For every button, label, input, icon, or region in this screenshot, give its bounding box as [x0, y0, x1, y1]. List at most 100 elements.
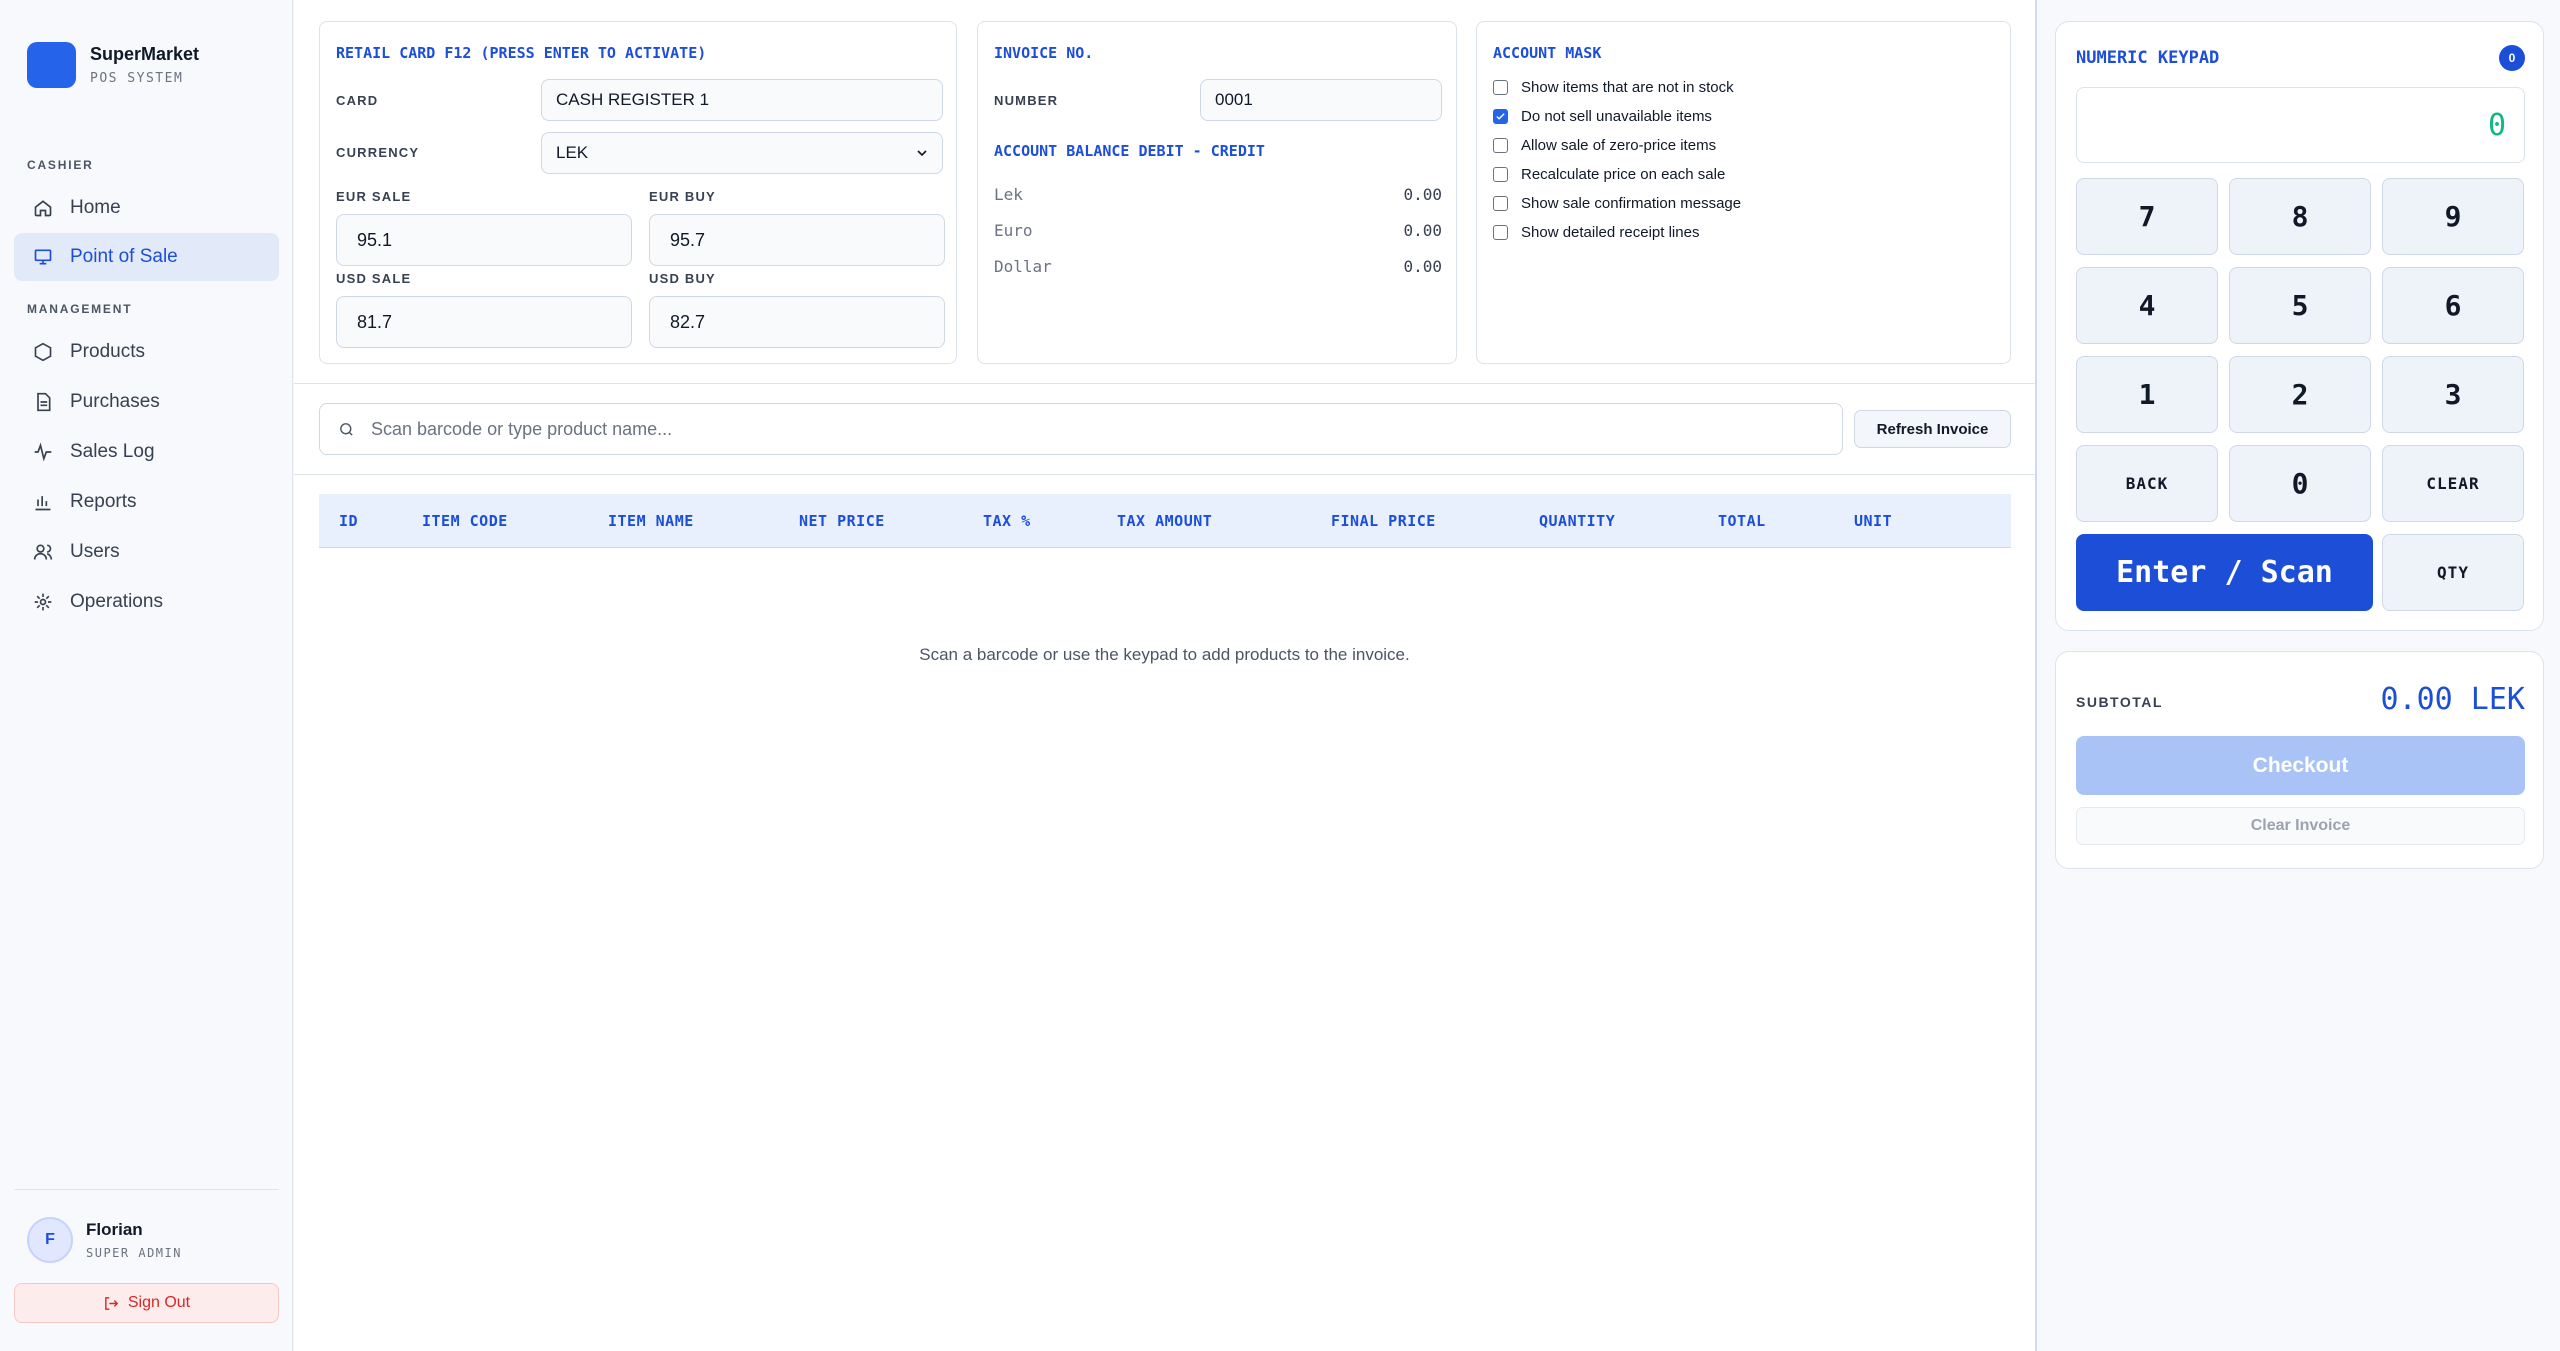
sidebar-item-products[interactable]: Products: [14, 328, 279, 376]
eur-buy-field[interactable]: 95.7: [649, 214, 945, 266]
key-back[interactable]: BACK: [2076, 445, 2218, 522]
sidebar-item-sales-log[interactable]: Sales Log: [14, 428, 279, 476]
subtotal-label: SUBTOTAL: [2076, 694, 2163, 710]
box-icon: [32, 341, 54, 363]
option-detailed-receipt[interactable]: Show detailed receipt lines: [1493, 224, 1699, 241]
sidebar-item-reports[interactable]: Reports: [14, 478, 279, 526]
monitor-icon: [32, 246, 54, 268]
column-header[interactable]: QUANTITY: [1539, 512, 1615, 530]
search-input[interactable]: Scan barcode or type product name...: [319, 403, 1843, 455]
sidebar-item-label: Point of Sale: [70, 246, 178, 267]
sidebar-item-label: Home: [70, 197, 121, 218]
column-header[interactable]: NET PRICE: [799, 512, 885, 530]
nav-section-cashier: CASHIER: [27, 158, 94, 172]
subtotal-value: 0.00 LEK: [2380, 682, 2526, 717]
keypad-display[interactable]: 0: [2076, 87, 2525, 163]
invoice-panel: INVOICE NO. NUMBER 0001 ACCOUNT BALANCE …: [977, 21, 1457, 364]
option-label: Do not sell unavailable items: [1521, 108, 1712, 125]
sidebar-item-label: Purchases: [70, 391, 160, 412]
avatar: F: [27, 1217, 73, 1263]
column-header[interactable]: TOTAL: [1718, 512, 1766, 530]
enter-scan-button[interactable]: Enter / Scan: [2076, 534, 2373, 611]
sidebar-item-label: Products: [70, 341, 145, 362]
option-allow-zero-price[interactable]: Allow sale of zero-price items: [1493, 137, 1716, 154]
column-header[interactable]: TAX %: [983, 512, 1031, 530]
refresh-invoice-button[interactable]: Refresh Invoice: [1854, 410, 2011, 448]
option-recalculate-price[interactable]: Recalculate price on each sale: [1493, 166, 1725, 183]
checkbox-checked[interactable]: [1493, 109, 1508, 124]
card-field[interactable]: CASH REGISTER 1: [541, 79, 943, 121]
key-4[interactable]: 4: [2076, 267, 2218, 344]
column-header[interactable]: TAX AMOUNT: [1117, 512, 1212, 530]
brand-logo: [27, 42, 76, 88]
search-placeholder: Scan barcode or type product name...: [371, 418, 673, 439]
divider: [294, 383, 2035, 384]
usd-buy-field[interactable]: 82.7: [649, 296, 945, 348]
option-label: Show sale confirmation message: [1521, 195, 1742, 212]
sign-out-button[interactable]: Sign Out: [14, 1283, 279, 1323]
sidebar-item-home[interactable]: Home: [14, 184, 279, 232]
summary-panel: SUBTOTAL 0.00 LEK Checkout Clear Invoice: [2055, 651, 2544, 869]
checkbox[interactable]: [1493, 196, 1508, 211]
clear-invoice-button[interactable]: Clear Invoice: [2076, 807, 2525, 845]
key-7[interactable]: 7: [2076, 178, 2218, 255]
key-2[interactable]: 2: [2229, 356, 2371, 433]
sidebar-item-label: Operations: [70, 591, 163, 612]
checkbox[interactable]: [1493, 167, 1508, 182]
column-header[interactable]: ID: [339, 512, 358, 530]
option-do-not-sell-unavailable[interactable]: Do not sell unavailable items: [1493, 108, 1712, 125]
sidebar-item-operations[interactable]: Operations: [14, 578, 279, 626]
eur-buy-label: EUR BUY: [649, 189, 716, 204]
currency-value: LEK: [556, 143, 589, 162]
key-1[interactable]: 1: [2076, 356, 2218, 433]
sidebar-item-label: Sales Log: [70, 441, 155, 462]
numeric-keypad-panel: NUMERIC KEYPAD 0 0 7 8 9 4 5 6 1 2 3 BAC…: [2055, 21, 2544, 631]
user-name: Florian: [86, 1220, 143, 1239]
option-show-out-of-stock[interactable]: Show items that are not in stock: [1493, 79, 1734, 96]
balance-row-lek: Lek 0.00: [994, 185, 1442, 204]
checkbox[interactable]: [1493, 225, 1508, 240]
balance-name: Lek: [994, 185, 1023, 204]
sidebar-item-point-of-sale[interactable]: Point of Sale: [14, 233, 279, 281]
usd-sale-field[interactable]: 81.7: [336, 296, 632, 348]
checkbox[interactable]: [1493, 138, 1508, 153]
key-8[interactable]: 8: [2229, 178, 2371, 255]
option-label: Show items that are not in stock: [1521, 79, 1734, 96]
column-header[interactable]: UNIT: [1854, 512, 1892, 530]
nav-section-management: MANAGEMENT: [27, 302, 133, 316]
sidebar-divider: [14, 1189, 279, 1190]
account-mask-panel: ACCOUNT MASK Show items that are not in …: [1476, 21, 2011, 364]
usd-sale-label: USD SALE: [336, 271, 412, 286]
sidebar: SuperMarket POS SYSTEM CASHIER Home Poin…: [0, 0, 293, 1351]
sidebar-item-purchases[interactable]: Purchases: [14, 378, 279, 426]
key-3[interactable]: 3: [2382, 356, 2524, 433]
balance-value: 0.00: [1403, 257, 1442, 276]
users-icon: [32, 541, 54, 563]
chevron-down-icon: [914, 145, 930, 161]
column-header[interactable]: ITEM CODE: [422, 512, 508, 530]
sidebar-item-users[interactable]: Users: [14, 528, 279, 576]
qty-button[interactable]: QTY: [2382, 534, 2524, 611]
account-mask-title: ACCOUNT MASK: [1493, 44, 1602, 62]
column-header[interactable]: FINAL PRICE: [1331, 512, 1436, 530]
key-5[interactable]: 5: [2229, 267, 2371, 344]
currency-select[interactable]: LEK: [541, 132, 943, 174]
invoice-number-field[interactable]: 0001: [1200, 79, 1442, 121]
right-panel: NUMERIC KEYPAD 0 0 7 8 9 4 5 6 1 2 3 BAC…: [2035, 0, 2560, 1351]
eur-sale-field[interactable]: 95.1: [336, 214, 632, 266]
main-content: RETAIL CARD F12 (PRESS ENTER TO ACTIVATE…: [294, 0, 2035, 1351]
checkbox[interactable]: [1493, 80, 1508, 95]
balance-row-euro: Euro 0.00: [994, 221, 1442, 240]
activity-icon: [32, 441, 54, 463]
key-6[interactable]: 6: [2382, 267, 2524, 344]
key-clear[interactable]: CLEAR: [2382, 445, 2524, 522]
column-header[interactable]: ITEM NAME: [608, 512, 694, 530]
checkout-button[interactable]: Checkout: [2076, 736, 2525, 795]
invoice-title: INVOICE NO.: [994, 44, 1094, 62]
key-0[interactable]: 0: [2229, 445, 2371, 522]
option-show-confirmation[interactable]: Show sale confirmation message: [1493, 195, 1741, 212]
key-9[interactable]: 9: [2382, 178, 2524, 255]
sun-icon: [32, 591, 54, 613]
option-label: Recalculate price on each sale: [1521, 166, 1726, 183]
count-badge: 0: [2499, 45, 2525, 71]
